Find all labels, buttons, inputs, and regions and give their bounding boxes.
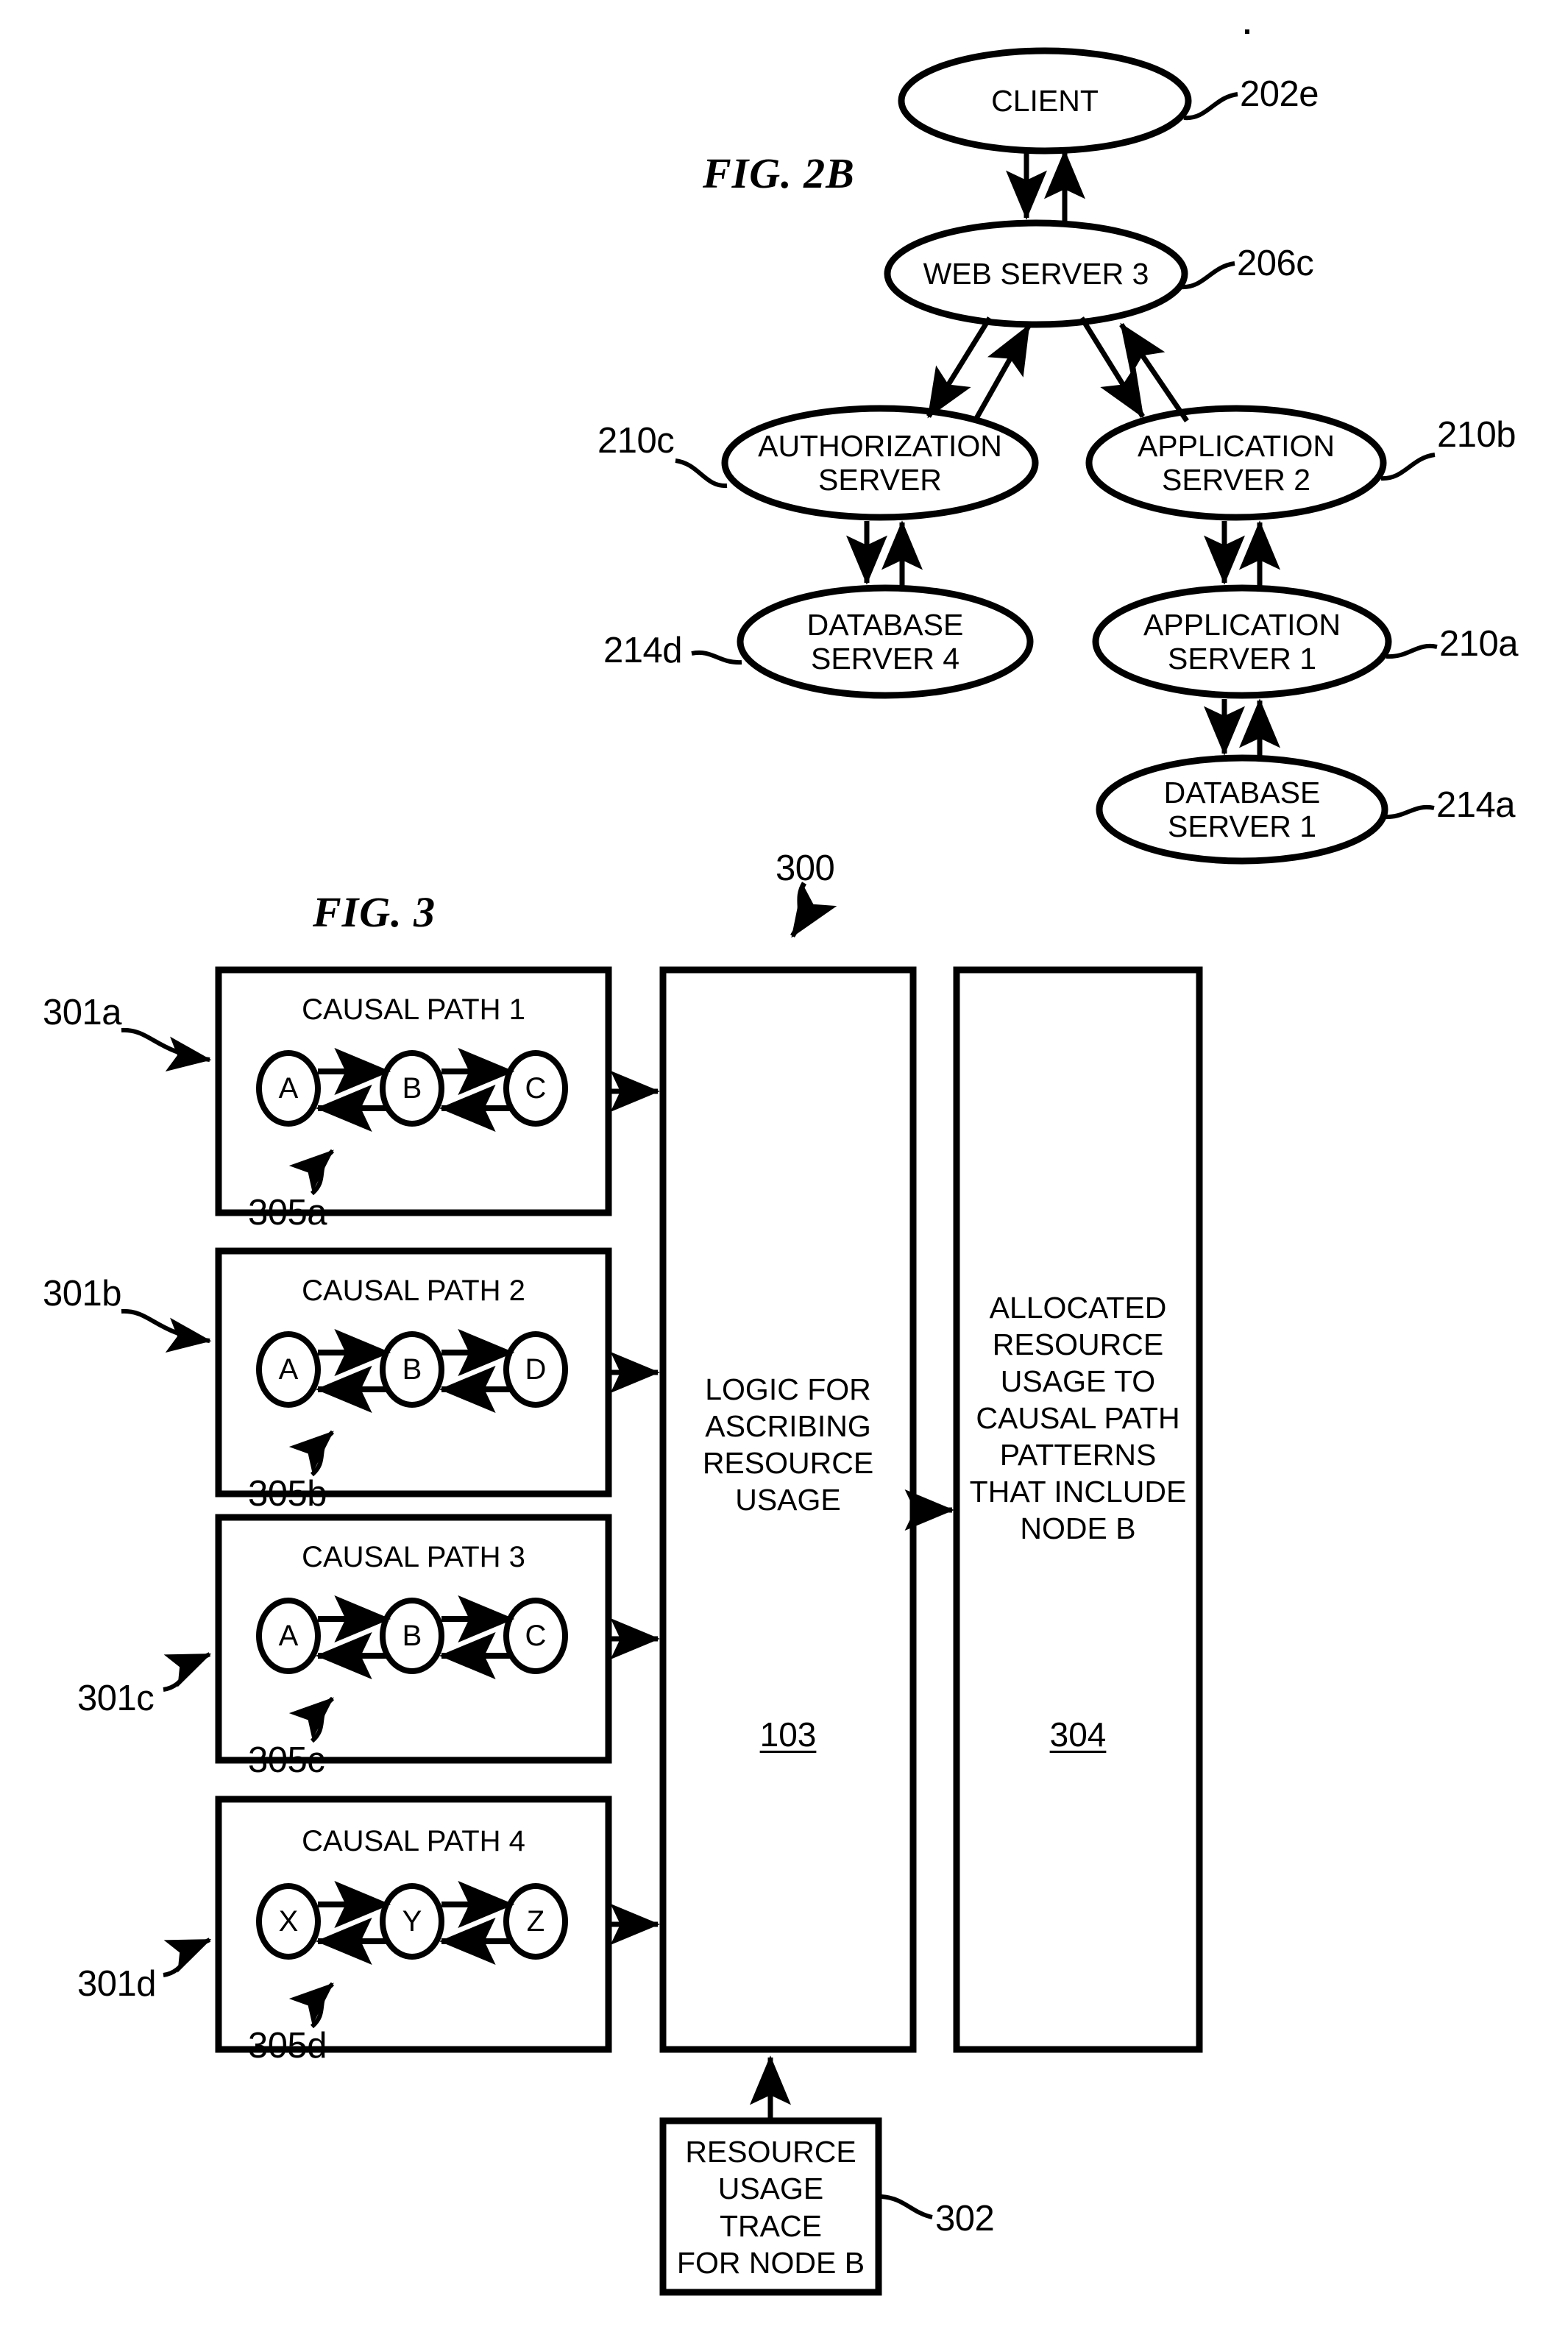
ref-301c: 301c bbox=[77, 1679, 155, 1718]
ref-301b: 301b bbox=[43, 1274, 122, 1314]
fig2b-title: FIG. 2B bbox=[703, 149, 855, 197]
label-database-server-1: DATABASE SERVER 1 bbox=[1163, 776, 1321, 843]
causal-path-4-title: CAUSAL PATH 4 bbox=[302, 1824, 525, 1857]
pointer-300 bbox=[790, 882, 837, 938]
causal-path-2-node-1: B bbox=[402, 1353, 422, 1386]
causal-path-4-node-0: X bbox=[278, 1904, 299, 1938]
ref-206c: 206c bbox=[1237, 244, 1314, 283]
ref-301d: 301d bbox=[77, 1964, 157, 2004]
causal-path-2-node-0: A bbox=[278, 1353, 299, 1386]
label-application-server-2: APPLICATION SERVER 2 bbox=[1137, 429, 1335, 497]
ref-202e: 202e bbox=[1240, 74, 1319, 114]
causal-path-3-node-2: C bbox=[525, 1619, 547, 1652]
label-client: CLIENT bbox=[991, 84, 1099, 118]
ref-301a: 301a bbox=[43, 993, 122, 1032]
fig3-title: FIG. 3 bbox=[313, 888, 436, 936]
figure-vector-layer bbox=[121, 47, 1438, 2296]
causal-path-3-node-1: B bbox=[402, 1619, 422, 1652]
causal-path-1-node-0: A bbox=[278, 1071, 299, 1105]
leader-214d bbox=[691, 650, 742, 665]
leader-305b bbox=[288, 1430, 335, 1477]
leader-302 bbox=[881, 2194, 933, 2219]
causal-path-1-node-2: C bbox=[525, 1071, 547, 1105]
logic-box-ref: 103 bbox=[759, 1715, 817, 1754]
arrow-web3-to-auth bbox=[926, 316, 992, 419]
causal-path-3-node-0: A bbox=[278, 1619, 299, 1652]
causal-path-2-title: CAUSAL PATH 2 bbox=[302, 1274, 525, 1307]
leader-210a bbox=[1386, 643, 1438, 659]
label-authorization-server: AUTHORIZATION SERVER bbox=[758, 429, 1002, 497]
ref-210c: 210c bbox=[597, 421, 675, 461]
output-box-text: ALLOCATED RESOURCE USAGE TO CAUSAL PATH … bbox=[969, 1290, 1187, 1546]
ref-214a: 214a bbox=[1436, 785, 1516, 825]
ref-302: 302 bbox=[935, 2199, 995, 2239]
leader-301a bbox=[121, 1027, 212, 1072]
ref-305b: 305b bbox=[248, 1474, 327, 1514]
leader-202e bbox=[1183, 92, 1238, 121]
scan-speck bbox=[1245, 29, 1249, 34]
ref-305d: 305d bbox=[248, 2026, 327, 2066]
ref-210a: 210a bbox=[1439, 624, 1519, 664]
leader-214a bbox=[1383, 804, 1435, 820]
leader-210c bbox=[675, 458, 728, 489]
ref-214d: 214d bbox=[603, 631, 683, 670]
logic-box-text: LOGIC FOR ASCRIBING RESOURCE USAGE bbox=[702, 1372, 874, 1517]
ref-305a: 305a bbox=[248, 1193, 327, 1233]
arrow-auth-to-web3 bbox=[972, 324, 1032, 422]
causal-path-4-node-2: Z bbox=[526, 1904, 545, 1938]
causal-path-2-node-2: D bbox=[525, 1353, 547, 1386]
leader-210b bbox=[1380, 453, 1436, 481]
leader-305d bbox=[288, 1982, 335, 2029]
leader-301b bbox=[121, 1308, 212, 1353]
leader-301c bbox=[163, 1652, 212, 1692]
leader-206c bbox=[1180, 261, 1235, 290]
leader-305a bbox=[288, 1149, 335, 1196]
causal-path-4-node-1: Y bbox=[402, 1904, 422, 1938]
label-database-server-4: DATABASE SERVER 4 bbox=[806, 608, 964, 676]
leader-305c bbox=[288, 1696, 335, 1743]
patent-figure-sheet: FIG. 2B CLIENT WEB SERVER 3 AUTHORIZATIO… bbox=[0, 0, 1568, 2332]
ref-210b: 210b bbox=[1437, 415, 1516, 455]
causal-path-1-node-1: B bbox=[402, 1071, 422, 1105]
output-box-ref: 304 bbox=[1049, 1715, 1107, 1754]
leader-301d bbox=[163, 1938, 212, 1977]
label-web-server-3: WEB SERVER 3 bbox=[923, 257, 1149, 291]
ref-300: 300 bbox=[776, 848, 835, 888]
ref-305c: 305c bbox=[248, 1740, 325, 1780]
trace-box-text: RESOURCE USAGE TRACE FOR NODE B bbox=[676, 2135, 865, 2280]
causal-path-3-title: CAUSAL PATH 3 bbox=[302, 1540, 525, 1573]
arrow-app2-to-web3 bbox=[1119, 322, 1189, 422]
label-application-server-1: APPLICATION SERVER 1 bbox=[1143, 608, 1341, 676]
arrow-web3-to-app2 bbox=[1079, 316, 1145, 419]
causal-path-1-title: CAUSAL PATH 1 bbox=[302, 993, 525, 1026]
